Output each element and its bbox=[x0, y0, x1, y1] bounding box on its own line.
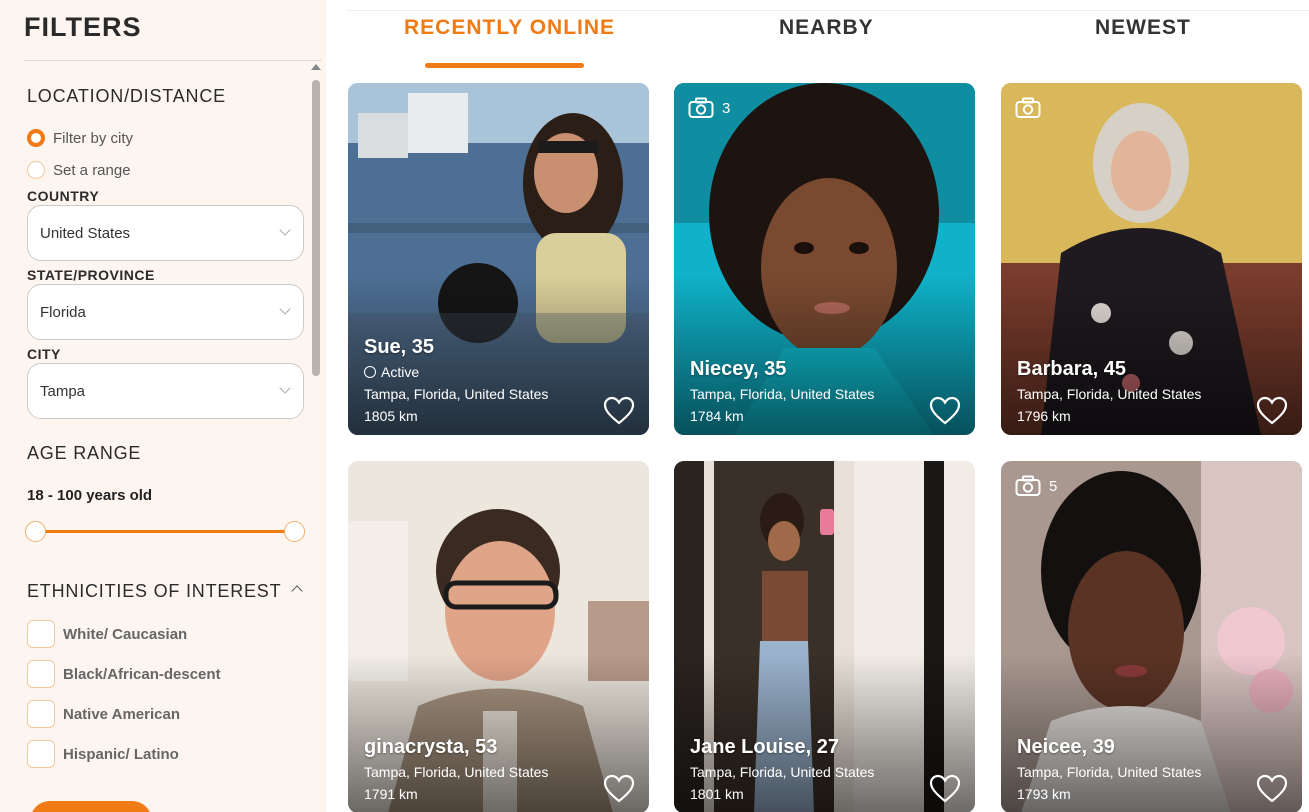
checkbox[interactable] bbox=[27, 740, 55, 768]
age-slider-track[interactable] bbox=[35, 530, 295, 533]
profile-location: Tampa, Florida, United States bbox=[690, 764, 875, 780]
city-label: CITY bbox=[27, 346, 61, 362]
photo-count: 5 bbox=[1015, 475, 1057, 497]
profile-card[interactable]: Jane Louise, 27 Tampa, Florida, United S… bbox=[674, 461, 975, 812]
country-value: United States bbox=[40, 224, 131, 242]
checkbox[interactable] bbox=[27, 700, 55, 728]
profile-name: Jane Louise, 27 bbox=[690, 736, 839, 758]
ethnicity-option[interactable]: Native American bbox=[27, 700, 180, 728]
camera-icon bbox=[688, 97, 714, 118]
checkbox[interactable] bbox=[27, 620, 55, 648]
heart-icon[interactable] bbox=[929, 396, 961, 426]
heart-icon[interactable] bbox=[1256, 774, 1288, 804]
chevron-down-icon bbox=[279, 224, 291, 236]
active-tab-indicator bbox=[425, 63, 584, 68]
state-select[interactable]: Florida bbox=[27, 284, 304, 340]
profile-distance: 1796 km bbox=[1017, 408, 1071, 424]
ethnicity-label: Black/African-descent bbox=[63, 665, 221, 683]
state-label: STATE/PROVINCE bbox=[27, 267, 155, 283]
heart-icon[interactable] bbox=[929, 774, 961, 804]
state-value: Florida bbox=[40, 303, 86, 321]
location-section-title: LOCATION/DISTANCE bbox=[27, 86, 226, 106]
profile-distance: 1805 km bbox=[364, 408, 418, 424]
profile-distance: 1793 km bbox=[1017, 786, 1071, 802]
filters-sidebar: FILTERS LOCATION/DISTANCE Filter by city… bbox=[0, 0, 326, 812]
age-max-handle[interactable] bbox=[284, 521, 305, 542]
age-min-handle[interactable] bbox=[25, 521, 46, 542]
heart-icon[interactable] bbox=[603, 774, 635, 804]
profile-card[interactable]: ginacrysta, 53 Tampa, Florida, United St… bbox=[348, 461, 649, 812]
profile-name: ginacrysta, 53 bbox=[364, 736, 498, 758]
radio-checked-icon bbox=[27, 129, 45, 147]
tab-nearby[interactable]: NEARBY bbox=[779, 16, 874, 40]
profile-distance: 1801 km bbox=[690, 786, 744, 802]
tab-newest[interactable]: NEWEST bbox=[1095, 16, 1191, 40]
profile-location: Tampa, Florida, United States bbox=[364, 764, 549, 780]
profile-location: Tampa, Florida, United States bbox=[690, 386, 875, 402]
camera-icon bbox=[1015, 475, 1041, 496]
profile-location: Tampa, Florida, United States bbox=[1017, 386, 1202, 402]
profile-name: Sue, 35 bbox=[364, 336, 435, 358]
tab-recently-online[interactable]: RECENTLY ONLINE bbox=[404, 16, 615, 40]
profile-card[interactable]: Barbara, 45 Tampa, Florida, United State… bbox=[1001, 83, 1302, 435]
heart-icon[interactable] bbox=[603, 396, 635, 426]
active-status: Active bbox=[364, 364, 419, 380]
scroll-up-arrow[interactable] bbox=[311, 64, 321, 70]
profile-card[interactable]: Sue, 35 Active Tampa, Florida, United St… bbox=[348, 83, 649, 435]
filter-by-city-label: Filter by city bbox=[53, 129, 134, 147]
ethnicity-option[interactable]: Hispanic/ Latino bbox=[27, 740, 179, 768]
radio-unchecked-icon bbox=[27, 161, 45, 179]
country-label: COUNTRY bbox=[27, 188, 100, 204]
ethnicity-label: Native American bbox=[63, 705, 180, 723]
heart-icon[interactable] bbox=[1256, 396, 1288, 426]
age-range-value: 18 - 100 years old bbox=[27, 487, 153, 504]
country-select[interactable]: United States bbox=[27, 205, 304, 261]
ethnicities-section-title: ETHNICITIES OF INTEREST bbox=[27, 581, 282, 601]
photo-count bbox=[1015, 97, 1049, 119]
set-range-label: Set a range bbox=[53, 161, 131, 179]
profile-location: Tampa, Florida, United States bbox=[364, 386, 549, 402]
camera-icon bbox=[1015, 97, 1041, 118]
photo-count: 3 bbox=[688, 97, 730, 119]
photo-count-value: 5 bbox=[1049, 477, 1058, 495]
sidebar-scrollbar[interactable] bbox=[312, 80, 320, 376]
apply-filters-button[interactable] bbox=[30, 801, 152, 812]
chevron-down-icon bbox=[279, 382, 291, 394]
city-value: Tampa bbox=[40, 382, 86, 400]
profile-card[interactable]: 5 Neicee, 39 Tampa, Florida, United Stat… bbox=[1001, 461, 1302, 812]
profile-card[interactable]: 3 Niecey, 35 Tampa, Florida, United Stat… bbox=[674, 83, 975, 435]
sidebar-divider bbox=[24, 60, 322, 61]
profile-location: Tampa, Florida, United States bbox=[1017, 764, 1202, 780]
photo-count-value: 3 bbox=[722, 99, 731, 117]
profile-name: Barbara, 45 bbox=[1017, 358, 1126, 380]
checkbox[interactable] bbox=[27, 660, 55, 688]
age-section-title: AGE RANGE bbox=[27, 443, 142, 463]
filters-title: FILTERS bbox=[24, 12, 142, 42]
city-select[interactable]: Tampa bbox=[27, 363, 304, 419]
profile-name: Niecey, 35 bbox=[690, 358, 787, 380]
status-label: Active bbox=[381, 364, 420, 380]
profile-name: Neicee, 39 bbox=[1017, 736, 1115, 758]
ethnicity-option[interactable]: Black/African-descent bbox=[27, 660, 221, 688]
set-range-radio[interactable]: Set a range bbox=[27, 161, 131, 179]
filter-by-city-radio[interactable]: Filter by city bbox=[27, 129, 133, 147]
ethnicity-label: Hispanic/ Latino bbox=[63, 745, 179, 763]
ethnicity-option[interactable]: White/ Caucasian bbox=[27, 620, 187, 648]
active-status-icon bbox=[364, 366, 376, 378]
chevron-up-icon[interactable] bbox=[291, 585, 303, 597]
chevron-down-icon bbox=[279, 303, 291, 315]
profile-distance: 1791 km bbox=[364, 786, 418, 802]
profile-distance: 1784 km bbox=[690, 408, 744, 424]
ethnicity-label: White/ Caucasian bbox=[63, 625, 188, 643]
